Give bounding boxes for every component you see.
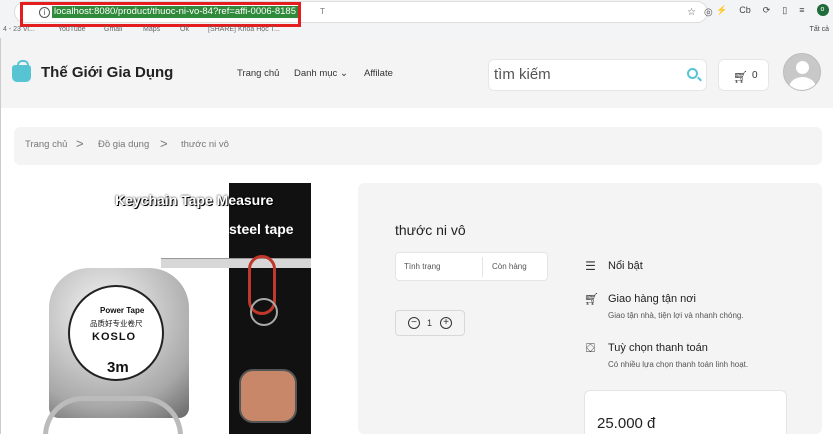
bookmark-item[interactable]: Maps [143, 26, 160, 33]
status-divider [482, 257, 483, 277]
breadcrumb-separator-icon: > [160, 136, 168, 151]
extension-bolt-icon[interactable]: ⚡ [716, 5, 727, 16]
cart-icon: 🛒︎ [733, 70, 749, 84]
extension-menu-icon[interactable]: ≡ [799, 5, 804, 15]
quantity-value[interactable]: 1 [427, 318, 432, 328]
address-bar-actions: ☆ ◎ [687, 7, 713, 18]
chevron-down-icon: ⌄ [339, 68, 348, 79]
bookmark-item[interactable]: 4 - 23 Vi... [3, 26, 35, 33]
breadcrumb-separator-icon: > [76, 136, 84, 151]
extension-sidepanel-icon[interactable]: ▯ [782, 5, 787, 16]
quantity-plus-button[interactable]: + [440, 317, 452, 329]
price-box: 25.000 đ [584, 390, 787, 434]
cursor-icon: T [320, 7, 325, 16]
extension-refresh-icon[interactable]: ⟳ [763, 5, 771, 16]
bookmark-item[interactable]: YouTube [58, 26, 86, 33]
nav-affiliate[interactable]: Affilate [364, 68, 393, 79]
bookmark-star-icon[interactable]: ☆ [687, 7, 696, 18]
product-price: 25.000 đ [597, 415, 656, 432]
search-input[interactable]: tìm kiếm [494, 66, 551, 83]
cart-icon: 🛒︎ [584, 292, 600, 306]
feature-desc: Có nhiều lựa chọn thanh toán linh hoạt. [608, 360, 749, 369]
quantity-minus-button[interactable]: − [408, 317, 420, 329]
feature-desc: Giao tận nhà, tiện lợi và nhanh chóng. [608, 311, 744, 320]
product-image[interactable]: Keychain Tape Measure steel tape Power T… [43, 183, 311, 434]
feature-title: Nổi bật [608, 260, 643, 272]
status-value: Còn hàng [492, 262, 527, 271]
breadcrumb-current: thước ni vô [181, 139, 229, 150]
brand-name[interactable]: Thế Giới Gia Dụng [41, 64, 173, 81]
image-title-line1: Keychain Tape Measure [115, 192, 274, 208]
window-edge-divider [0, 38, 1, 434]
breadcrumb-category[interactable]: Đồ gia dụng [98, 139, 149, 150]
avatar-body [789, 77, 816, 90]
quantity-stepper: − 1 + [395, 310, 465, 336]
search-box[interactable]: tìm kiếm [488, 59, 707, 91]
carabiner-hook [43, 396, 183, 434]
shopping-bag-logo-icon[interactable] [12, 60, 31, 82]
shield-icon[interactable]: ◎ [704, 7, 713, 18]
extension-cb-icon[interactable]: Cb [739, 5, 751, 15]
bag-icon: ⛋ [585, 341, 596, 355]
site-header: Thế Giới Gia Dụng Trang chủ Danh mục ⌄ A… [0, 38, 833, 108]
nav-home[interactable]: Trang chủ [237, 68, 279, 79]
tape-brand-line1: Power Tape [100, 306, 145, 315]
featured-icon: ☰ [585, 259, 596, 273]
tape-size: 3m [107, 359, 129, 376]
cart-button[interactable]: 🛒︎ 0 [718, 59, 769, 91]
bookmark-item[interactable]: Gmail [104, 26, 122, 33]
tape-brand-line2: 品质好专业卷尺 [90, 319, 143, 328]
keyring-loop [250, 298, 278, 326]
bookmarks-bar: 4 - 23 Vi... YouTube Gmail Maps Ok [SHAR… [0, 25, 833, 38]
extension-toolbar: ⚡ Cb ⟳ ▯ ≡ o [716, 4, 829, 16]
breadcrumb: Trang chủ > Đồ gia dụng > thước ni vô [14, 127, 822, 165]
avatar-head [796, 61, 809, 74]
stock-status: Tình trạng Còn hàng [395, 252, 548, 281]
profile-avatar[interactable]: o [816, 4, 829, 16]
feature-title: Tuỳ chọn thanh toán [608, 342, 708, 354]
bookmark-item[interactable]: [SHARE] Khóa Học T... [208, 26, 280, 33]
all-bookmarks-button[interactable]: Tất cả [810, 26, 829, 33]
annotation-highlight-box [20, 2, 301, 27]
browser-chrome: i localhost:8080/product/thuoc-ni-vo-84?… [0, 0, 833, 38]
status-label: Tình trạng [404, 262, 441, 271]
bookmark-item[interactable]: Ok [180, 26, 189, 33]
breadcrumb-home[interactable]: Trang chủ [25, 139, 67, 150]
user-avatar[interactable] [783, 53, 821, 91]
product-title: thước ni vô [395, 222, 466, 238]
mini-tape-measure [239, 369, 297, 423]
search-icon[interactable] [687, 68, 698, 79]
cart-count: 0 [752, 70, 758, 81]
image-title-line2: steel tape [229, 221, 294, 237]
feature-title: Giao hàng tận nơi [608, 293, 696, 305]
nav-category-label: Danh mục [294, 68, 338, 79]
nav-category[interactable]: Danh mục ⌄ [294, 68, 348, 79]
tape-brand-line3: KOSLO [92, 331, 137, 343]
image-shelf [161, 258, 311, 268]
